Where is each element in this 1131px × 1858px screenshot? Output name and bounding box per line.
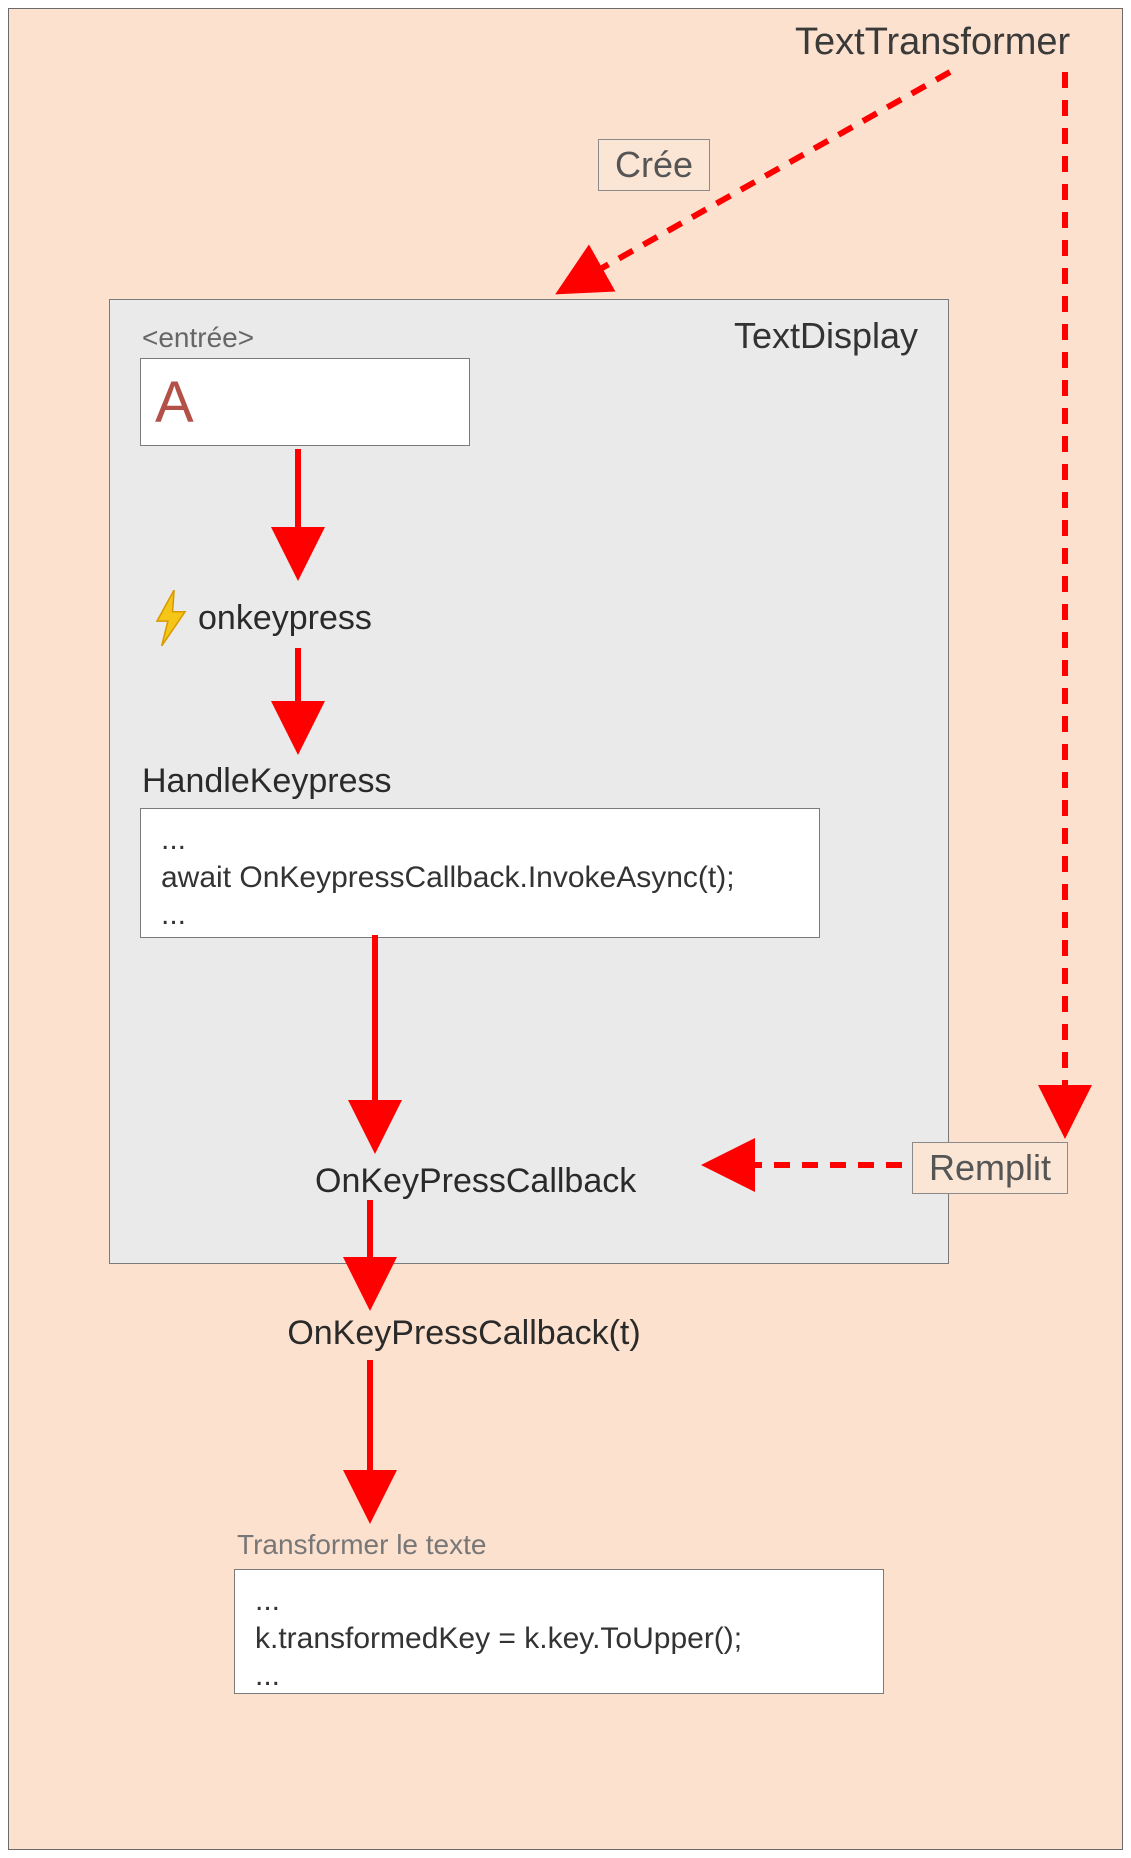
- handlekeypress-title: HandleKeypress: [142, 762, 391, 801]
- handlekeypress-code-box: ... await OnKeypressCallback.InvokeAsync…: [140, 808, 820, 938]
- text-input-field[interactable]: A: [140, 358, 470, 446]
- text-transformer-panel: TextTransformer Crée TextDisplay <entrée…: [8, 8, 1123, 1850]
- text-transformer-title: TextTransformer: [795, 21, 1095, 64]
- code-line: ...: [255, 1657, 863, 1695]
- cree-label: Crée: [598, 139, 710, 191]
- entree-label: <entrée>: [142, 322, 254, 354]
- code-line: k.transformedKey = k.key.ToUpper();: [255, 1620, 863, 1658]
- onkeypress-label: onkeypress: [198, 599, 372, 638]
- transformer-title-label: Transformer le texte: [237, 1529, 486, 1561]
- text-display-title: TextDisplay: [734, 315, 918, 357]
- code-line: ...: [255, 1582, 863, 1620]
- onkeypresscallback-label: OnKeyPressCallback: [315, 1162, 636, 1201]
- code-line: ...: [161, 896, 799, 934]
- code-line: await OnKeypressCallback.InvokeAsync(t);: [161, 859, 799, 897]
- lightning-bolt-icon: [152, 590, 190, 646]
- code-line: ...: [161, 821, 799, 859]
- onkeypress-event-row: onkeypress: [152, 590, 372, 646]
- onkeypresscallback-call-label: OnKeyPressCallback(t): [164, 1314, 764, 1353]
- diagram-canvas: TextTransformer Crée TextDisplay <entrée…: [0, 0, 1131, 1858]
- text-input-value: A: [155, 369, 194, 436]
- transform-code-box: ... k.transformedKey = k.key.ToUpper(); …: [234, 1569, 884, 1694]
- text-display-panel: TextDisplay <entrée> A onkeypress Handle…: [109, 299, 949, 1264]
- remplit-label: Remplit: [912, 1142, 1068, 1194]
